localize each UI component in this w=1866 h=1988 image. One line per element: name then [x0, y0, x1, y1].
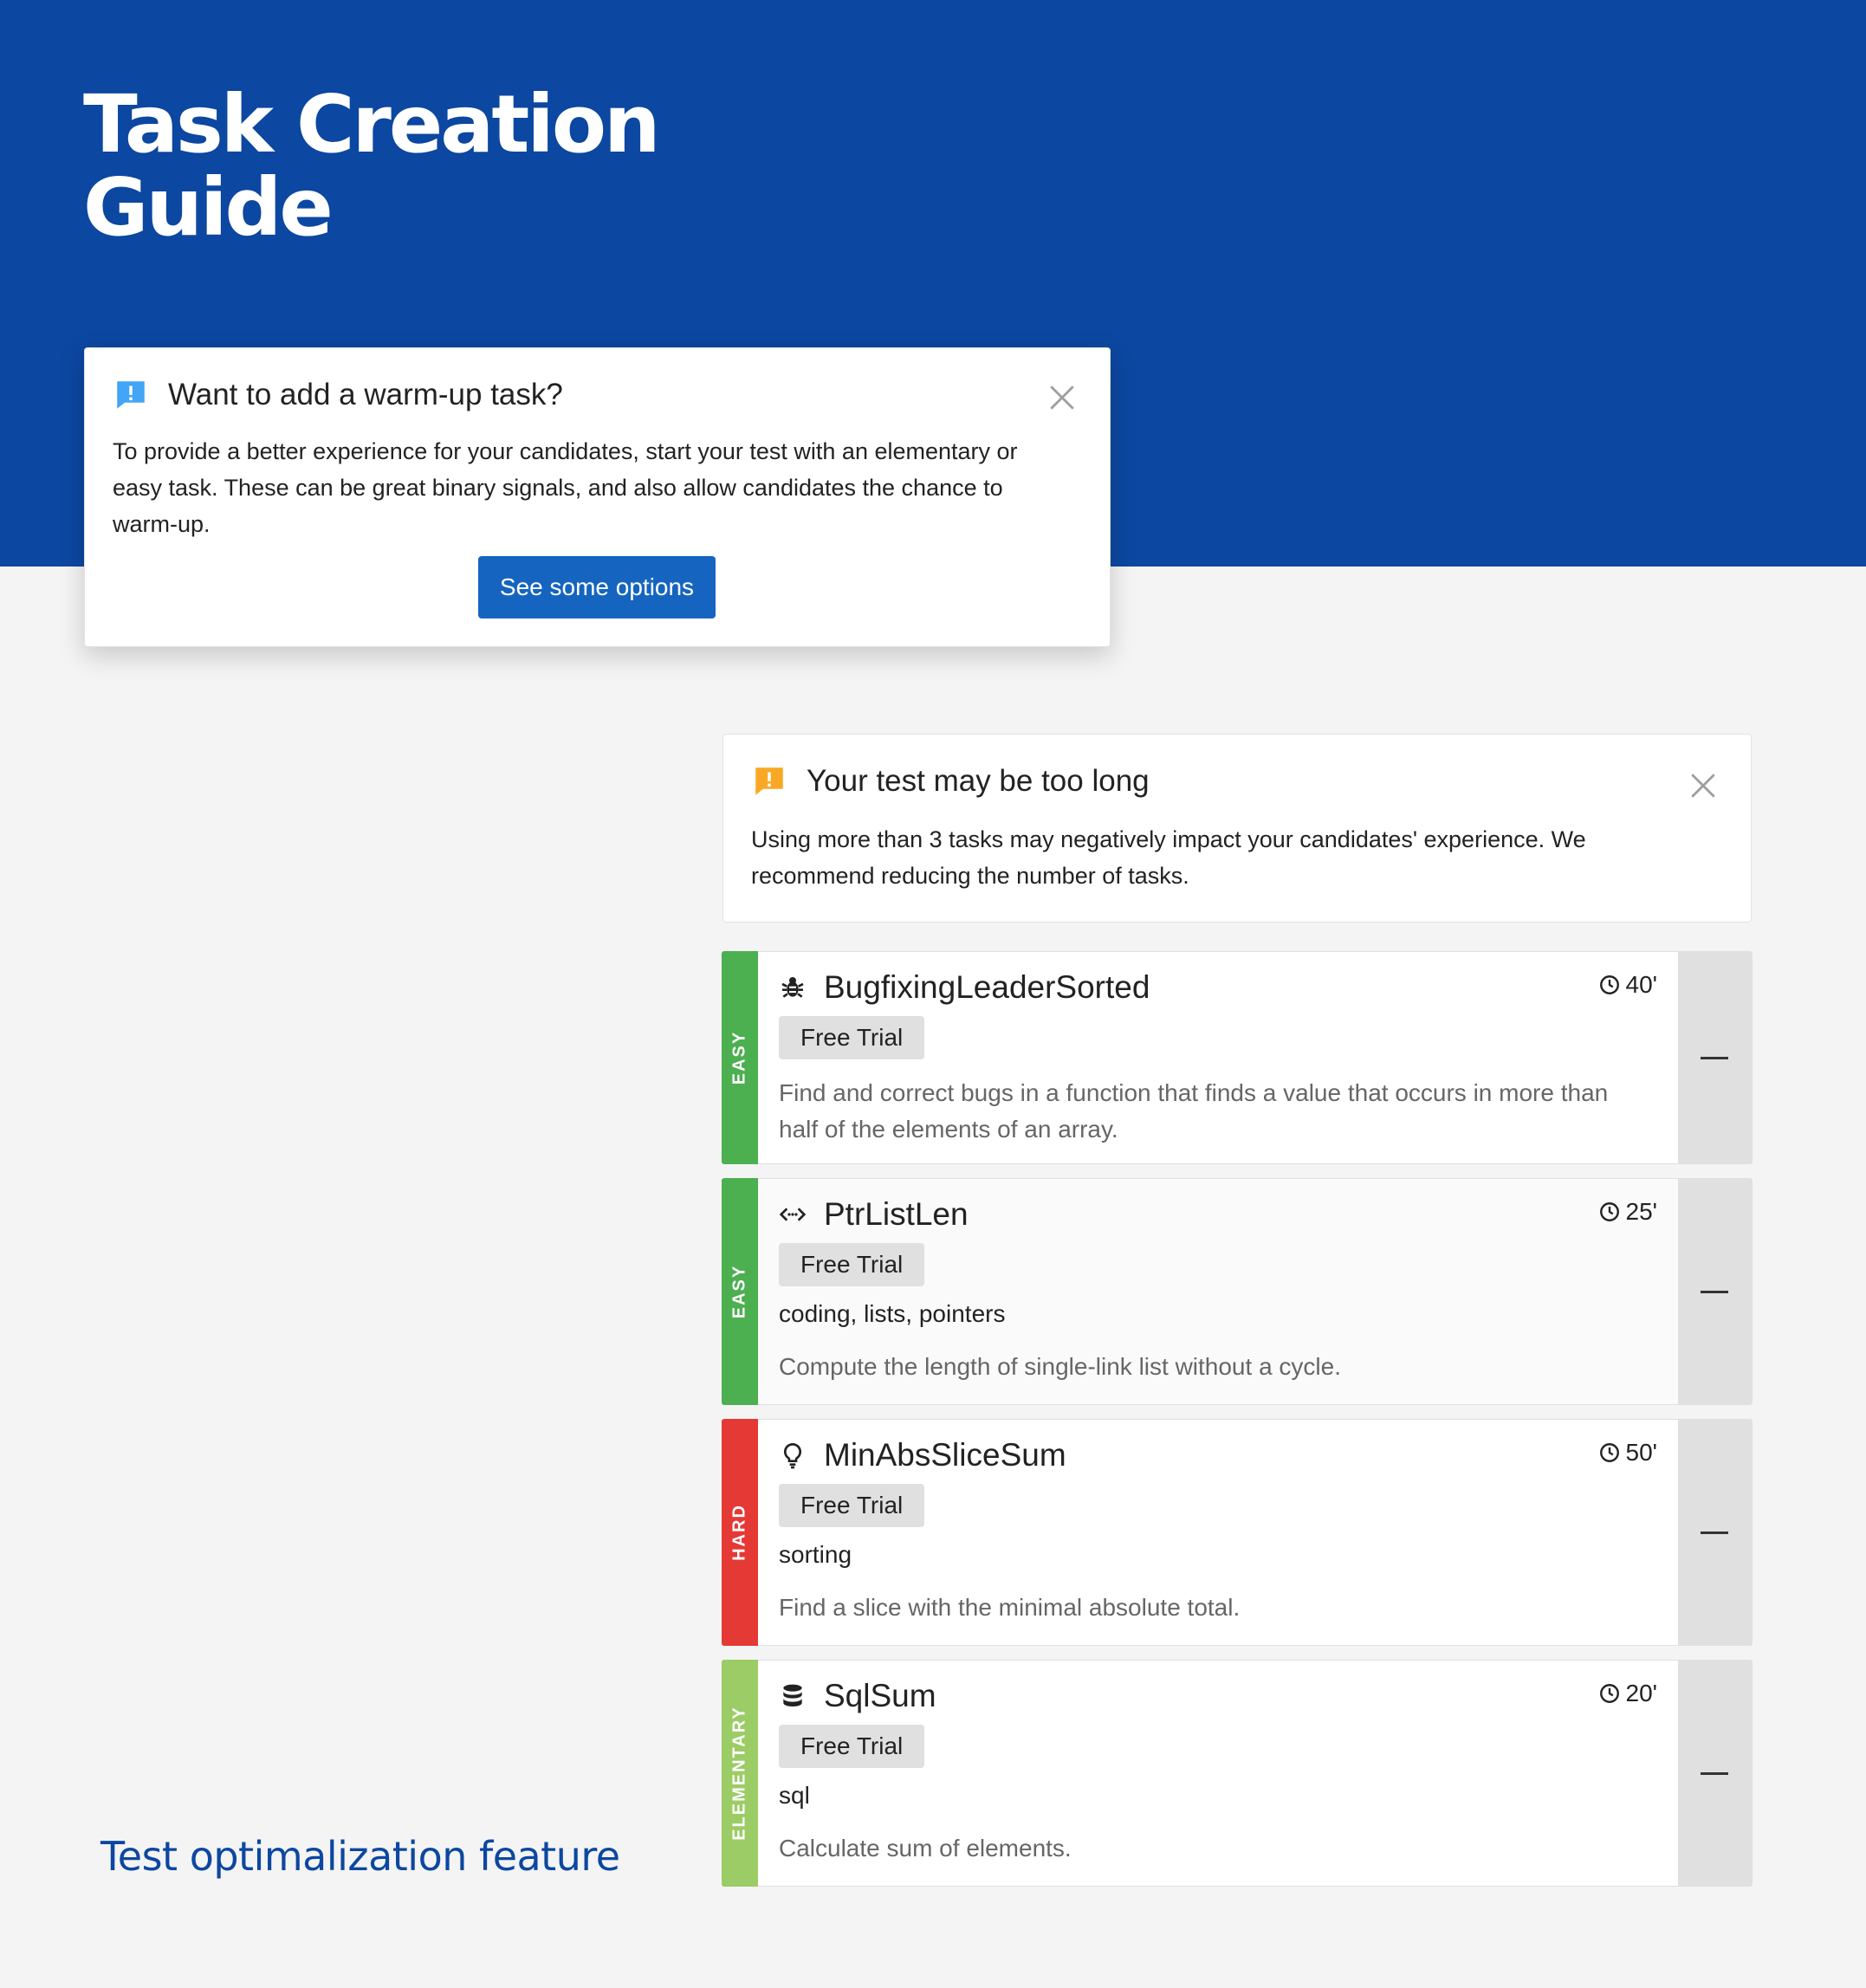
task-header: SqlSum	[779, 1678, 936, 1714]
warmup-notice: Want to add a warm-up task? To provide a…	[84, 347, 1111, 647]
minus-icon	[1701, 1291, 1728, 1293]
task-duration: 25'	[1598, 1198, 1658, 1226]
difficulty-bar: HARD	[722, 1419, 758, 1646]
close-icon[interactable]	[1047, 383, 1077, 412]
task-description: Calculate sum of elements.	[779, 1835, 1072, 1862]
task-duration: 50'	[1598, 1439, 1658, 1467]
task-description: Find a slice with the minimal absolute t…	[779, 1594, 1241, 1621]
remove-task-button[interactable]	[1678, 951, 1753, 1164]
bug-icon	[781, 977, 804, 998]
lightbulb-icon	[784, 1442, 801, 1469]
difficulty-label: HARD	[729, 1504, 749, 1561]
task-description: Compute the length of single-link list w…	[779, 1353, 1341, 1380]
page-title-line-2: Guide	[83, 161, 334, 254]
task-duration-value: 20'	[1625, 1680, 1658, 1706]
task-name[interactable]: BugfixingLeaderSorted	[824, 969, 1150, 1006]
difficulty-bar: EASY	[722, 951, 758, 1164]
task-duration: 40'	[1598, 971, 1658, 999]
page-title-line-1: Task Creation	[83, 78, 661, 171]
minus-icon	[1701, 1057, 1728, 1059]
close-icon[interactable]	[1688, 771, 1718, 800]
test-length-notice: Your test may be too long Using more tha…	[722, 734, 1752, 923]
warmup-notice-header: Want to add a warm-up task?	[113, 377, 563, 413]
warning-chat-icon	[755, 767, 783, 795]
task-row: EASY BugfixingLeaderSorted 40' Free Tria…	[722, 951, 1753, 1164]
difficulty-bar: ELEMENTARY	[722, 1660, 758, 1887]
clock-icon	[1599, 1202, 1619, 1221]
task-details: BugfixingLeaderSorted 40' Free Trial Fin…	[758, 951, 1678, 1164]
clock-icon	[1599, 975, 1619, 994]
task-header: PtrListLen	[779, 1196, 969, 1233]
task-row: EASY PtrListLen 25' Free Trial coding, l…	[722, 1178, 1753, 1405]
length-notice-body: Using more than 3 tasks may negatively i…	[751, 826, 1586, 889]
task-tags: sql	[779, 1782, 810, 1809]
code-icon	[779, 1208, 807, 1221]
difficulty-label: EASY	[729, 1030, 749, 1085]
task-details: MinAbsSliceSum 50' Free Trial sorting Fi…	[758, 1419, 1678, 1646]
page-title: Task Creation Guide	[83, 83, 742, 249]
info-chat-icon	[117, 381, 145, 409]
difficulty-label: ELEMENTARY	[729, 1706, 749, 1841]
warmup-notice-body: To provide a better experience for your …	[113, 438, 1018, 537]
free-trial-badge: Free Trial	[779, 1243, 925, 1286]
free-trial-badge: Free Trial	[779, 1484, 925, 1527]
length-notice-header: Your test may be too long	[751, 763, 1150, 800]
feature-caption: Test optimalization feature	[100, 1833, 620, 1880]
warmup-notice-title: Want to add a warm-up task?	[168, 378, 563, 411]
clock-icon	[1599, 1443, 1619, 1462]
task-duration: 20'	[1598, 1680, 1658, 1707]
task-header: MinAbsSliceSum	[779, 1437, 1066, 1473]
see-options-button[interactable]: See some options	[478, 556, 716, 618]
task-tags: sorting	[779, 1541, 852, 1568]
task-row: HARD MinAbsSliceSum 50' Free Trial sorti…	[722, 1419, 1753, 1646]
remove-task-button[interactable]	[1678, 1178, 1753, 1405]
task-header: BugfixingLeaderSorted	[779, 969, 1150, 1006]
difficulty-bar: EASY	[722, 1178, 758, 1405]
task-name[interactable]: SqlSum	[824, 1678, 936, 1714]
task-duration-value: 50'	[1625, 1439, 1658, 1466]
task-duration-value: 25'	[1625, 1198, 1658, 1225]
free-trial-badge: Free Trial	[779, 1725, 925, 1768]
database-icon	[783, 1684, 802, 1706]
clock-icon	[1599, 1684, 1619, 1703]
free-trial-badge: Free Trial	[779, 1016, 925, 1059]
task-details: SqlSum 20' Free Trial sql Calculate sum …	[758, 1660, 1678, 1887]
remove-task-button[interactable]	[1678, 1660, 1753, 1887]
length-notice-title: Your test may be too long	[807, 764, 1150, 798]
minus-icon	[1701, 1531, 1728, 1534]
task-tags: coding, lists, pointers	[779, 1300, 1006, 1327]
task-name[interactable]: MinAbsSliceSum	[824, 1437, 1066, 1473]
task-duration-value: 40'	[1625, 971, 1658, 998]
remove-task-button[interactable]	[1678, 1419, 1753, 1646]
task-description: Find and correct bugs in a function that…	[779, 1079, 1609, 1143]
difficulty-label: EASY	[729, 1264, 749, 1319]
task-name[interactable]: PtrListLen	[824, 1196, 969, 1233]
task-row: ELEMENTARY SqlSum 20' Free Trial sql Cal…	[722, 1660, 1753, 1887]
task-details: PtrListLen 25' Free Trial coding, lists,…	[758, 1178, 1678, 1405]
minus-icon	[1701, 1772, 1728, 1775]
